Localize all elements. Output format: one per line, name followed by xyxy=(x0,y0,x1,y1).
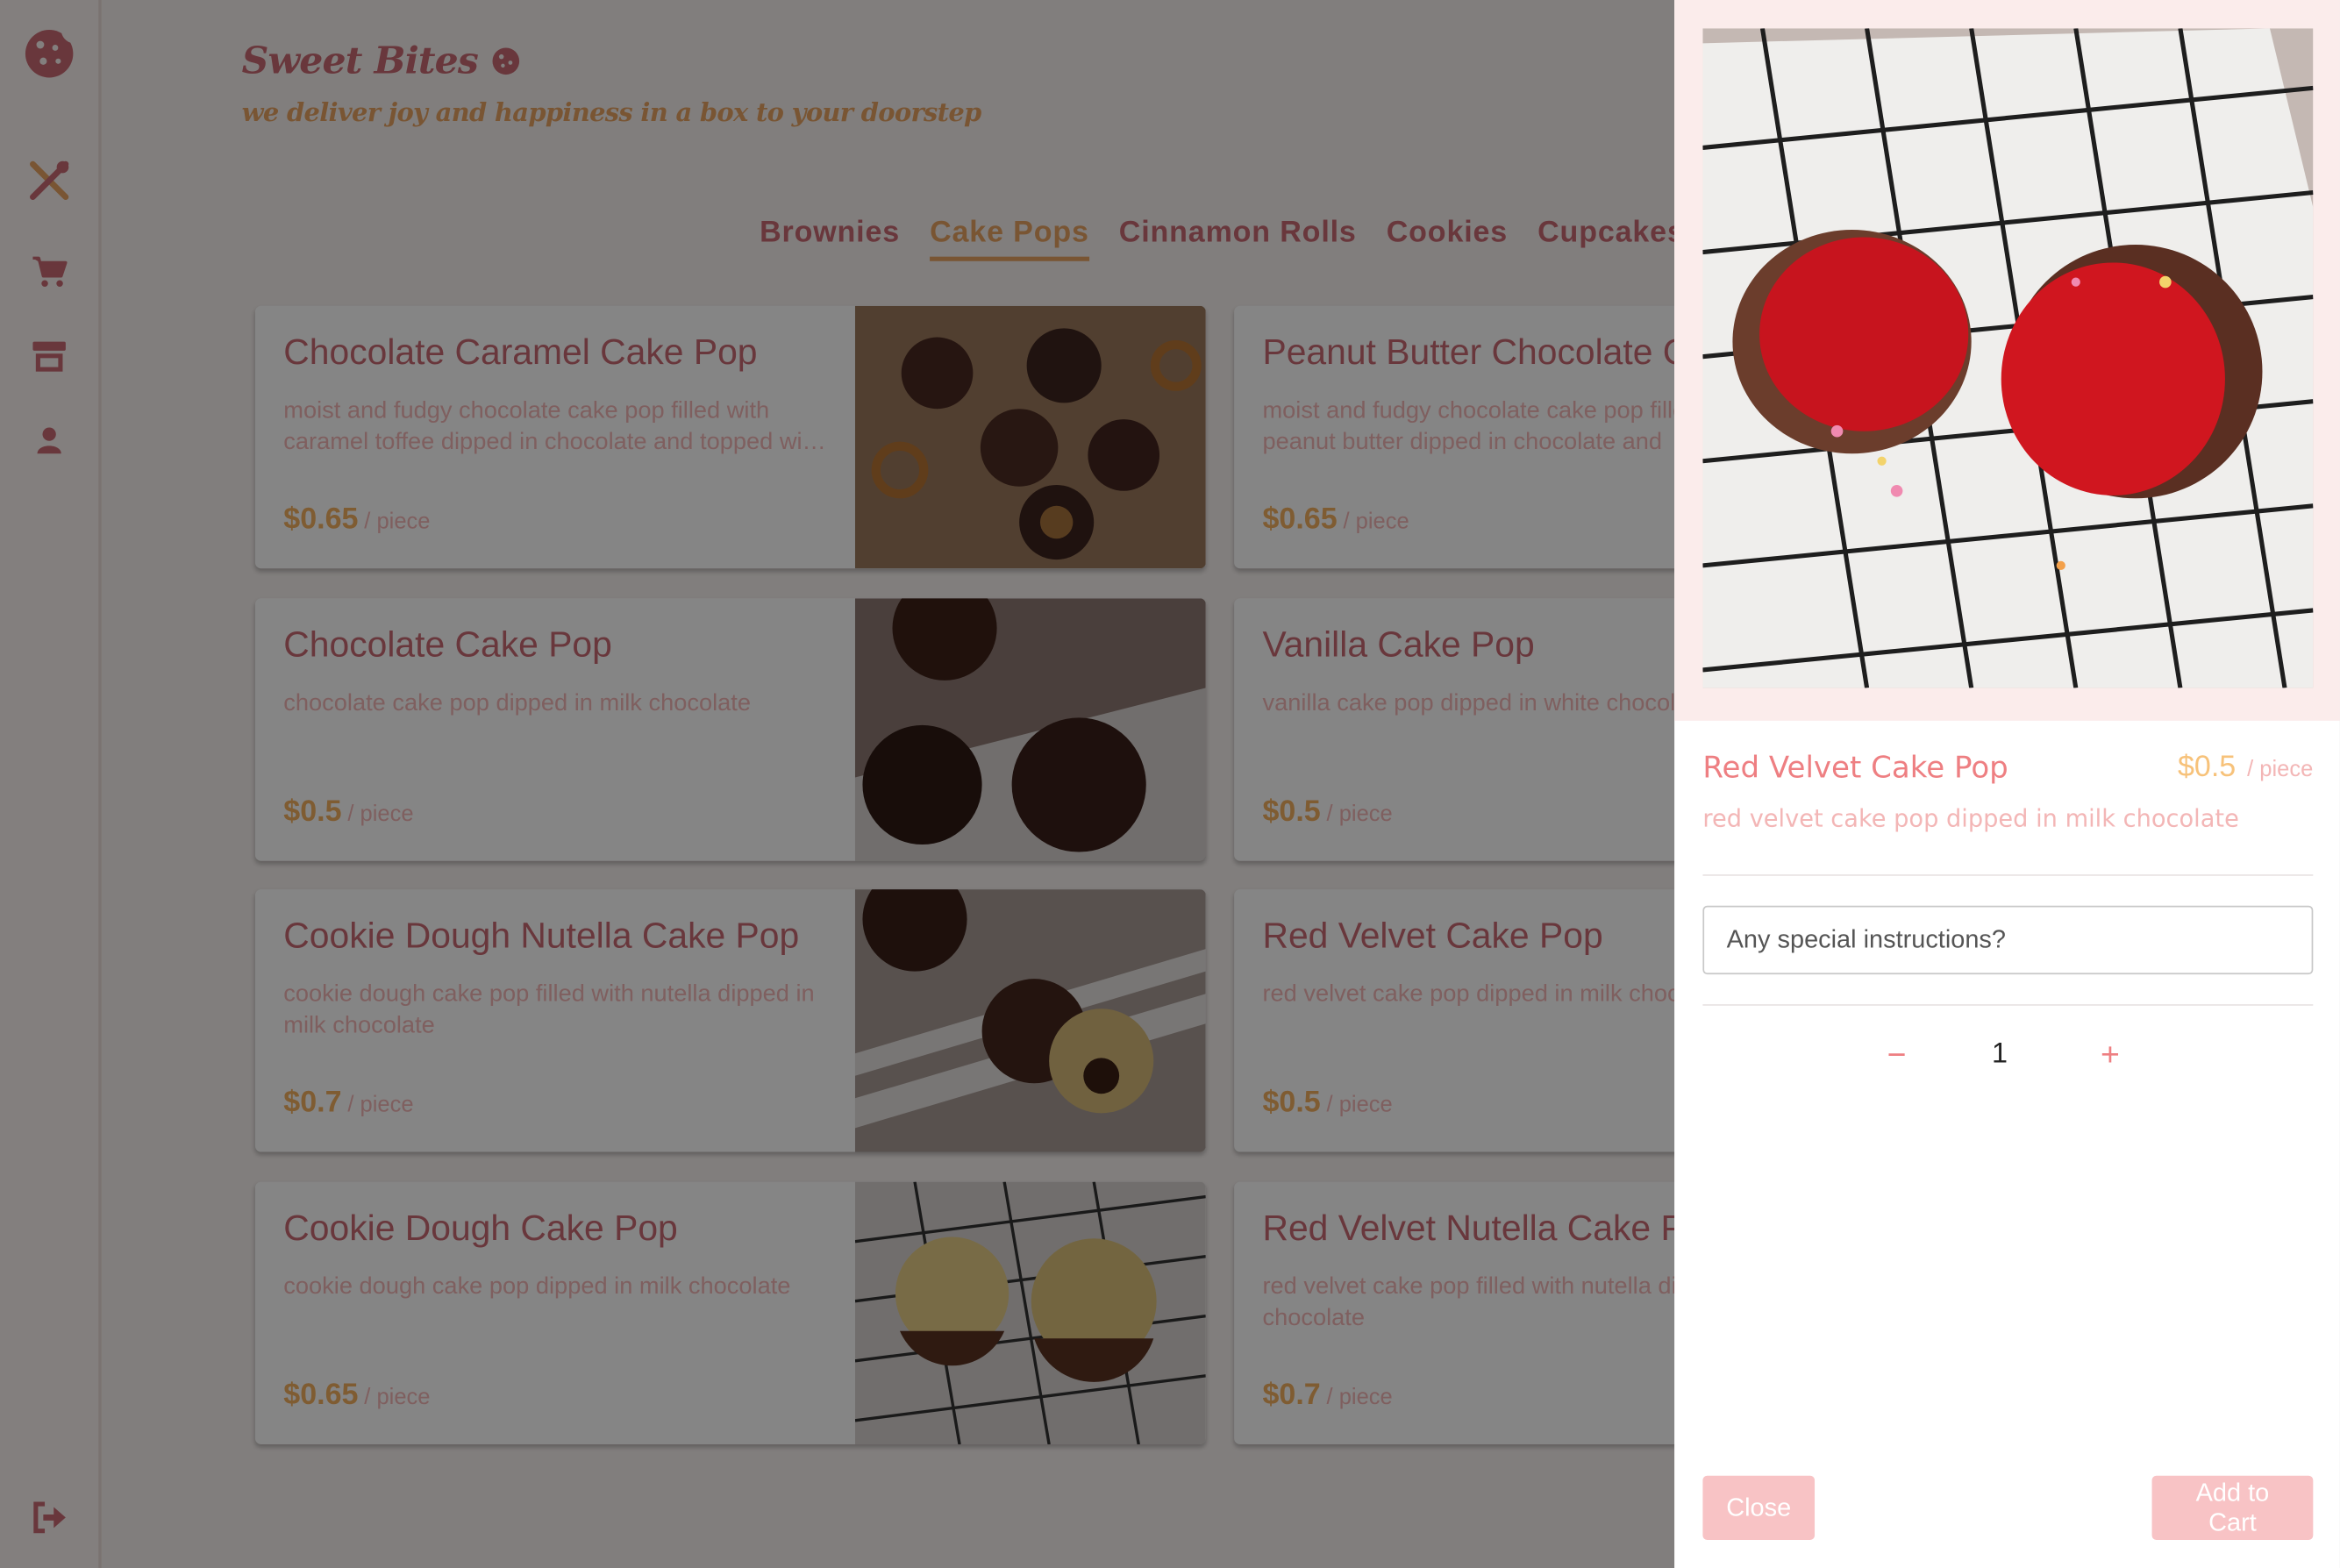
close-button[interactable]: Close xyxy=(1702,1475,1816,1540)
quantity-value: 1 xyxy=(1991,1038,2008,1070)
product-hero-image xyxy=(1702,28,2314,688)
drawer-product-name: Red Velvet Cake Pop xyxy=(1702,749,2008,785)
add-to-cart-button[interactable]: Add to Cart xyxy=(2151,1475,2314,1540)
quantity-increment-button[interactable]: + xyxy=(2087,1032,2132,1077)
drawer-product-description: red velvet cake pop dipped in milk choco… xyxy=(1702,804,2239,833)
divider xyxy=(1702,874,2314,876)
quantity-decrement-button[interactable]: − xyxy=(1874,1032,1919,1077)
product-detail-drawer: Red Velvet Cake Pop $0.5 / piece red vel… xyxy=(1674,0,2340,1568)
product-hero-container xyxy=(1674,0,2340,721)
special-instructions-input[interactable] xyxy=(1702,905,2314,975)
drawer-product-price: $0.5 / piece xyxy=(2177,750,2314,784)
divider xyxy=(1702,1004,2314,1006)
